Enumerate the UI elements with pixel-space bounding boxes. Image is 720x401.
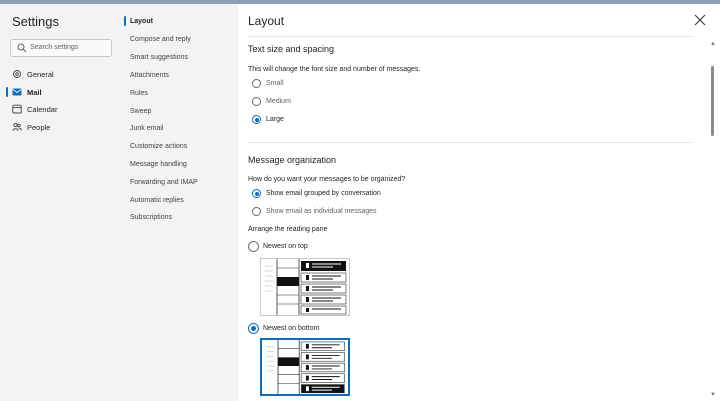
text-size-section-title: Text size and spacing (248, 44, 335, 54)
organization-question: How do you want your messages to be orga… (248, 176, 406, 183)
calendar-icon (12, 104, 22, 114)
radio-grouped-by-conversation[interactable] (252, 189, 261, 198)
sidebar-item-general[interactable]: General (6, 66, 116, 82)
sidebar-item-label: People (27, 123, 51, 132)
radio-small-label: Small (266, 80, 284, 87)
sidebar-item-label: General (27, 70, 54, 79)
subnav-item-layout[interactable]: Layout (130, 18, 153, 25)
search-placeholder: Search settings (30, 44, 79, 51)
selected-indicator (6, 87, 8, 97)
divider (248, 36, 692, 37)
scroll-up-arrow-icon[interactable]: ▲ (710, 41, 716, 47)
preview-newest-on-bottom[interactable] (260, 338, 350, 396)
reading-pane-preview-bottom (266, 340, 345, 394)
scrollbar-thumb[interactable] (711, 66, 714, 136)
sidebar-item-calendar[interactable]: Calendar (6, 101, 116, 117)
layout-settings-panel: Layout Text size and spacing This will c… (238, 4, 720, 401)
subnav-item-compose-and-reply[interactable]: Compose and reply (130, 36, 191, 43)
radio-small[interactable] (252, 79, 261, 88)
settings-title: Settings (12, 14, 59, 29)
sidebar-item-mail[interactable]: Mail (6, 84, 116, 100)
subnav-item-subscriptions[interactable]: Subscriptions (130, 214, 172, 221)
reading-pane-preview-top (265, 259, 347, 315)
divider (248, 142, 692, 143)
close-icon[interactable] (693, 13, 707, 27)
radio-medium[interactable] (252, 97, 261, 106)
sidebar-item-people[interactable]: People (6, 119, 116, 135)
radio-large-label: Large (266, 116, 284, 123)
preview-newest-on-top[interactable] (260, 258, 350, 316)
radio-individual-messages[interactable] (252, 207, 261, 216)
gear-icon (13, 70, 21, 78)
radio-medium-label: Medium (266, 98, 291, 105)
sidebar-item-label: Mail (27, 88, 42, 97)
search-settings-input[interactable]: Search settings (10, 39, 112, 57)
radio-individual-label: Show email as individual messages (266, 208, 377, 215)
subnav-item-smart-suggestions[interactable]: Smart suggestions (130, 54, 188, 61)
reading-pane-label: Arrange the reading pane (248, 226, 328, 233)
text-size-description: This will change the font size and numbe… (248, 66, 421, 73)
radio-newest-on-bottom-label: Newest on bottom (263, 325, 320, 332)
selected-indicator (124, 16, 126, 26)
radio-newest-on-top[interactable] (248, 241, 259, 252)
people-icon (12, 122, 22, 132)
subnav-item-sweep[interactable]: Sweep (130, 108, 151, 115)
scroll-down-arrow-icon[interactable]: ▼ (710, 392, 716, 398)
mail-settings-nav: Layout Compose and reply Smart suggestio… (120, 4, 238, 401)
radio-large[interactable] (252, 115, 261, 124)
subnav-item-rules[interactable]: Rules (130, 90, 148, 97)
message-organization-section-title: Message organization (248, 155, 337, 165)
radio-newest-on-bottom[interactable] (248, 323, 259, 334)
panel-title: Layout (248, 14, 285, 28)
subnav-item-forwarding-and-imap[interactable]: Forwarding and IMAP (130, 179, 198, 186)
subnav-item-customize-actions[interactable]: Customize actions (130, 143, 187, 150)
mail-icon (12, 88, 22, 96)
settings-sidebar: Settings Search settings General Mail Ca… (0, 4, 120, 401)
radio-grouped-label: Show email grouped by conversation (266, 190, 381, 197)
radio-newest-on-top-label: Newest on top (263, 243, 308, 250)
subnav-item-junk-email[interactable]: Junk email (130, 125, 163, 132)
search-icon (17, 43, 27, 53)
subnav-item-automatic-replies[interactable]: Automatic replies (130, 197, 184, 204)
subnav-item-message-handling[interactable]: Message handling (130, 161, 187, 168)
subnav-item-attachments[interactable]: Attachments (130, 72, 169, 79)
sidebar-item-label: Calendar (27, 105, 58, 114)
